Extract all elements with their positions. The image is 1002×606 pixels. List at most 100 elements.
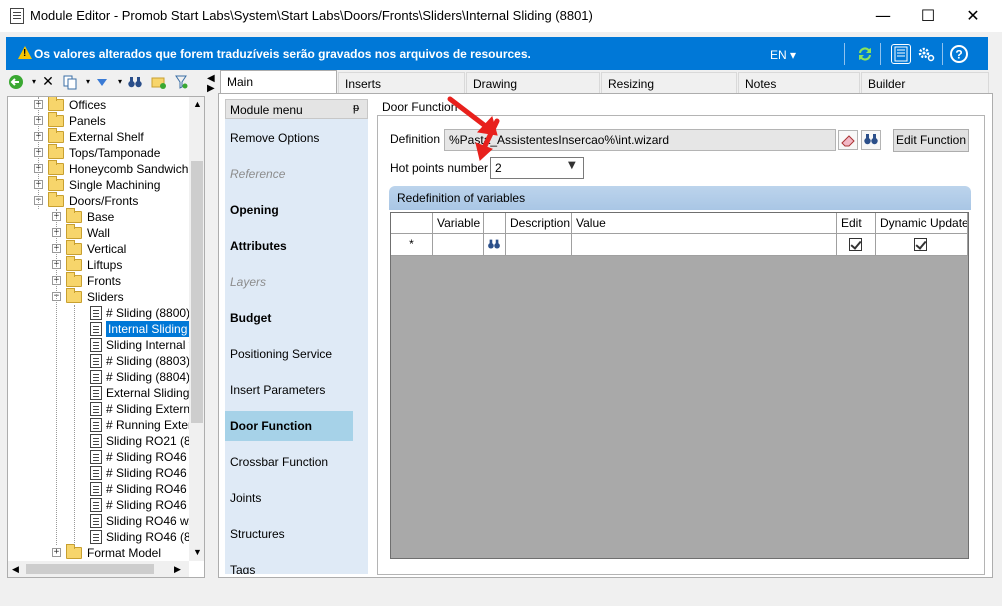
module-menu-item[interactable]: Insert Parameters bbox=[225, 375, 353, 405]
definition-field[interactable]: %Pasta_AssistentesInsercao%\int.wizard bbox=[444, 129, 836, 151]
tab-inserts[interactable]: Inserts bbox=[338, 72, 465, 93]
module-menu-item[interactable]: Joints bbox=[225, 483, 353, 513]
cell-edit[interactable] bbox=[837, 234, 876, 256]
grid-header-edit[interactable]: Edit bbox=[837, 213, 876, 234]
module-menu-list[interactable]: Remove Options Reference Opening Attributes… bbox=[225, 119, 368, 574]
tree-item[interactable]: Sliding RO46 (8 bbox=[8, 529, 191, 545]
language-selector[interactable]: EN ▾ bbox=[770, 48, 796, 62]
edit-function-button[interactable]: Edit Function bbox=[893, 129, 969, 152]
tree-item[interactable]: + Fronts bbox=[8, 272, 189, 289]
tree-item[interactable]: + Honeycomb Sandwich bbox=[8, 160, 189, 177]
tree-item[interactable]: # Sliding Externa bbox=[8, 401, 197, 417]
back-icon[interactable] bbox=[8, 74, 24, 90]
close-button[interactable]: ✕ bbox=[950, 0, 996, 32]
module-menu-item[interactable]: Layers bbox=[225, 267, 353, 297]
dynamic-update-checkbox[interactable] bbox=[914, 238, 927, 251]
scroll-down-icon[interactable]: ▼ bbox=[193, 547, 202, 557]
pin-icon[interactable]: ᵽ bbox=[353, 102, 359, 114]
delete-icon[interactable]: ✕ bbox=[40, 74, 56, 90]
cell-value[interactable] bbox=[572, 234, 837, 256]
tree-item[interactable]: + External Shelf bbox=[8, 128, 189, 145]
tree-item[interactable]: External Sliding bbox=[8, 385, 189, 401]
eraser-icon[interactable] bbox=[838, 130, 858, 150]
module-icon bbox=[90, 322, 102, 336]
refresh-icon[interactable] bbox=[855, 44, 875, 64]
edit-checkbox[interactable] bbox=[849, 238, 862, 251]
scroll-thumb[interactable] bbox=[191, 161, 203, 423]
tree-item[interactable]: Sliding RO46 w/ bbox=[8, 513, 192, 529]
cell-variable[interactable] bbox=[433, 234, 484, 256]
tree-item[interactable]: # Sliding (8800) bbox=[8, 305, 190, 321]
separator bbox=[844, 43, 845, 65]
tree-item[interactable]: # Sliding RO46 ( bbox=[8, 449, 194, 465]
move-down-icon[interactable] bbox=[94, 74, 110, 90]
binoculars-icon[interactable] bbox=[861, 130, 881, 150]
help-icon[interactable]: ? bbox=[949, 44, 969, 64]
module-menu-item[interactable]: Opening bbox=[225, 195, 353, 225]
module-menu-item[interactable]: Attributes bbox=[225, 231, 353, 261]
tree-item[interactable]: Internal Sliding ( bbox=[8, 321, 197, 337]
tree-horizontal-scrollbar[interactable]: ◀ ▶ bbox=[8, 561, 189, 577]
tree-item[interactable]: + Offices bbox=[8, 97, 189, 113]
tree-item[interactable]: # Running Exter bbox=[8, 417, 192, 433]
tree-item[interactable]: + Single Machining bbox=[8, 176, 189, 193]
tree-item[interactable]: # Sliding RO46 v bbox=[8, 497, 196, 513]
grid-header-dynamic-update[interactable]: Dynamic Update bbox=[876, 213, 968, 234]
tree-item-label: # Sliding (8803) bbox=[106, 354, 191, 368]
cell-find[interactable] bbox=[484, 234, 506, 256]
tree-item[interactable]: Sliding RO21 (8 bbox=[8, 433, 191, 449]
grid-header-description[interactable]: Description bbox=[506, 213, 572, 234]
module-menu-item[interactable]: Tags bbox=[225, 555, 353, 574]
tab-notes[interactable]: Notes bbox=[738, 72, 860, 93]
minimize-button[interactable]: — bbox=[860, 0, 906, 32]
cell-description[interactable] bbox=[506, 234, 572, 256]
expand-icon[interactable]: + bbox=[52, 548, 61, 557]
tree-item[interactable]: − Sliders bbox=[8, 288, 189, 305]
expand-right-icon[interactable]: ▶ bbox=[207, 83, 215, 94]
module-menu-item[interactable]: Crossbar Function bbox=[225, 447, 353, 477]
tree-item[interactable]: + Vertical bbox=[8, 240, 189, 257]
binoculars-icon[interactable] bbox=[127, 74, 143, 90]
module-menu-item[interactable]: Reference bbox=[225, 159, 353, 189]
tab-main[interactable]: Main bbox=[220, 70, 337, 95]
tree-vertical-scrollbar[interactable]: ▲ ▼ bbox=[189, 97, 204, 561]
tree-item[interactable]: # Sliding (8804) bbox=[8, 369, 190, 385]
scroll-right-icon[interactable]: ▶ bbox=[174, 564, 181, 575]
tree-item[interactable]: + Panels bbox=[8, 112, 189, 129]
folder-refresh-icon[interactable] bbox=[151, 74, 167, 90]
tab-drawing[interactable]: Drawing bbox=[466, 72, 600, 93]
module-list-icon[interactable] bbox=[891, 44, 911, 64]
module-menu-item[interactable]: Structures bbox=[225, 519, 353, 549]
tree-item[interactable]: # Sliding (8803) bbox=[8, 353, 191, 369]
grid-header-variable[interactable]: Variable bbox=[433, 213, 484, 234]
grid-header-value[interactable]: Value bbox=[572, 213, 837, 234]
scroll-left-icon[interactable]: ◀ bbox=[12, 564, 19, 575]
binoculars-icon[interactable] bbox=[486, 237, 502, 251]
copy-icon[interactable] bbox=[62, 74, 78, 90]
filter-icon[interactable] bbox=[173, 74, 189, 90]
move-dropdown-icon[interactable]: ▾ bbox=[112, 74, 128, 90]
chevron-down-icon[interactable]: ▼ bbox=[568, 160, 576, 171]
variables-grid[interactable]: Variable Description Value Edit Dynamic … bbox=[390, 212, 969, 559]
tree-item[interactable]: + Liftups bbox=[8, 256, 189, 273]
maximize-button[interactable]: ☐ bbox=[905, 0, 951, 32]
tree-item[interactable]: + Wall bbox=[8, 224, 189, 241]
tab-resizing[interactable]: Resizing bbox=[601, 72, 737, 93]
tree-item[interactable]: + Tops/Tamponade bbox=[8, 144, 189, 161]
tree-item[interactable]: + Base bbox=[8, 208, 189, 225]
tree-item[interactable]: + Format Model bbox=[8, 544, 189, 561]
module-menu-item[interactable]: Positioning Service bbox=[225, 339, 353, 369]
tree-item[interactable]: # Sliding RO46 v bbox=[8, 481, 196, 497]
tree-item[interactable]: # Sliding RO46 ( bbox=[8, 465, 194, 481]
module-menu-item[interactable]: Remove Options bbox=[225, 123, 353, 153]
tree-item[interactable]: − Doors/Fronts bbox=[8, 192, 189, 209]
module-tree[interactable]: + Offices + Panels + External Shelf + Tops/Tamp… bbox=[7, 96, 205, 578]
tab-builder[interactable]: Builder bbox=[861, 72, 989, 93]
tree-item[interactable]: Sliding Internal v bbox=[8, 337, 195, 353]
module-menu-item[interactable]: Door Function bbox=[225, 411, 353, 441]
settings-icon[interactable] bbox=[916, 44, 936, 64]
scroll-up-icon[interactable]: ▲ bbox=[193, 99, 202, 109]
cell-dynamic-update[interactable] bbox=[876, 234, 968, 256]
module-menu-item[interactable]: Budget bbox=[225, 303, 353, 333]
scroll-thumb[interactable] bbox=[26, 564, 154, 574]
